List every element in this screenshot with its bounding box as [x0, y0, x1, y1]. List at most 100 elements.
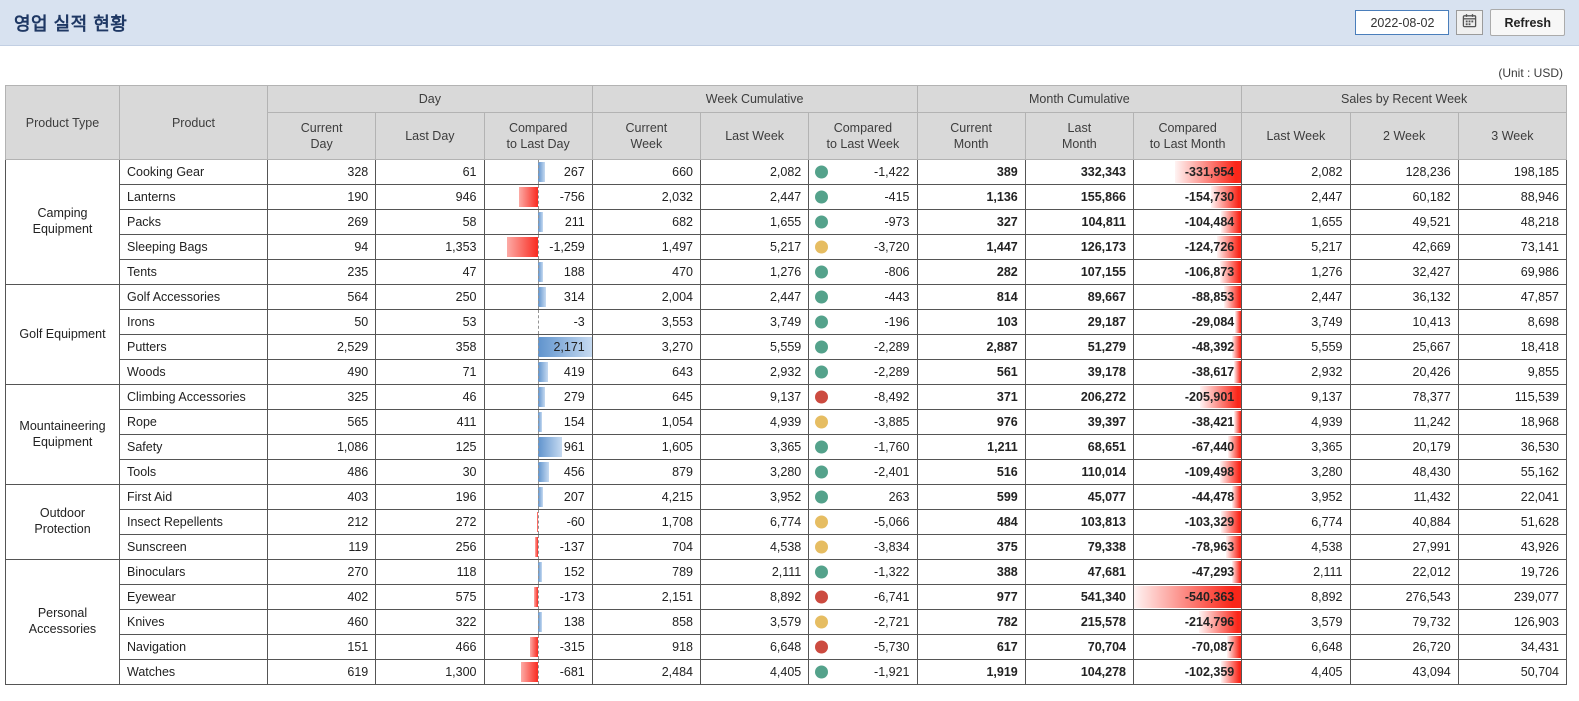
sales-table: Product Type Product Day Week Cumulative…	[5, 85, 1567, 685]
current-month-cell: 976	[917, 410, 1025, 435]
last-month-cell: 104,278	[1025, 660, 1133, 685]
product-cell: Sunscreen	[120, 535, 268, 560]
trend-dot-teal	[815, 216, 828, 229]
compared-to-last-week-value: -415	[884, 190, 909, 204]
table-row: Outdoor ProtectionFirst Aid4031962074,21…	[6, 485, 1567, 510]
last-week-cell: 3,749	[701, 310, 809, 335]
recent-2-week-cell: 11,432	[1350, 485, 1458, 510]
compared-to-last-week-value: -5,730	[874, 640, 909, 654]
compared-to-last-week-value: -3,885	[874, 415, 909, 429]
last-day-cell: 125	[376, 435, 484, 460]
table-row: Putters2,5293582,1713,2705,559-2,2892,88…	[6, 335, 1567, 360]
compared-to-last-day-cell: 207	[484, 485, 592, 510]
last-day-cell: 30	[376, 460, 484, 485]
last-month-cell: 47,681	[1025, 560, 1133, 585]
trend-dot-teal	[815, 341, 828, 354]
compared-to-last-week-cell: -2,721	[809, 610, 917, 635]
current-day-cell: 490	[268, 360, 376, 385]
last-week-cell: 2,447	[701, 185, 809, 210]
current-week-cell: 1,605	[592, 435, 700, 460]
col-header-compared-last-week: Compared to Last Week	[809, 113, 917, 160]
unit-label: (Unit : USD)	[0, 46, 1579, 85]
product-cell: Cooking Gear	[120, 160, 268, 185]
last-week-cell: 4,538	[701, 535, 809, 560]
last-day-cell: 61	[376, 160, 484, 185]
current-month-cell: 977	[917, 585, 1025, 610]
compared-to-last-week-value: -8,492	[874, 390, 909, 404]
recent-last-week-cell: 6,648	[1242, 635, 1350, 660]
recent-3-week-cell: 47,857	[1458, 285, 1566, 310]
recent-2-week-cell: 11,242	[1350, 410, 1458, 435]
last-day-cell: 358	[376, 335, 484, 360]
table-row: Safety1,0861259611,6053,365-1,7601,21168…	[6, 435, 1567, 460]
current-day-cell: 619	[268, 660, 376, 685]
last-month-cell: 45,077	[1025, 485, 1133, 510]
day-compare-bar-negative	[534, 587, 538, 607]
recent-last-week-cell: 3,749	[1242, 310, 1350, 335]
last-day-cell: 58	[376, 210, 484, 235]
recent-3-week-cell: 198,185	[1458, 160, 1566, 185]
day-compare-bar-positive	[538, 412, 542, 432]
last-week-cell: 3,365	[701, 435, 809, 460]
current-week-cell: 2,032	[592, 185, 700, 210]
table-row: Sunscreen119256-1377044,538-3,83437579,3…	[6, 535, 1567, 560]
current-day-cell: 564	[268, 285, 376, 310]
compared-to-last-week-cell: -196	[809, 310, 917, 335]
col-header-last-day: Last Day	[376, 113, 484, 160]
last-month-cell: 68,651	[1025, 435, 1133, 460]
compared-to-last-month-value: -205,901	[1185, 390, 1234, 404]
current-month-cell: 282	[917, 260, 1025, 285]
compared-to-last-day-cell: -681	[484, 660, 592, 685]
refresh-button[interactable]: Refresh	[1490, 9, 1565, 36]
last-week-cell: 6,774	[701, 510, 809, 535]
compared-to-last-week-value: -1,322	[874, 565, 909, 579]
table-body: Camping EquipmentCooking Gear32861267660…	[6, 160, 1567, 685]
current-month-cell: 375	[917, 535, 1025, 560]
current-week-cell: 2,484	[592, 660, 700, 685]
last-day-cell: 272	[376, 510, 484, 535]
recent-2-week-cell: 40,884	[1350, 510, 1458, 535]
date-input[interactable]: 2022-08-02	[1355, 10, 1449, 35]
day-compare-bar-positive	[538, 612, 541, 632]
compared-to-last-month-value: -88,853	[1192, 290, 1234, 304]
recent-2-week-cell: 128,236	[1350, 160, 1458, 185]
current-month-cell: 599	[917, 485, 1025, 510]
table-row: Camping EquipmentCooking Gear32861267660…	[6, 160, 1567, 185]
compared-to-last-day-cell: -60	[484, 510, 592, 535]
product-cell: Putters	[120, 335, 268, 360]
day-compare-bar-negative	[507, 237, 538, 257]
table-row: Insect Repellents212272-601,7086,774-5,0…	[6, 510, 1567, 535]
last-week-cell: 3,280	[701, 460, 809, 485]
day-compare-bar-negative	[519, 187, 538, 207]
calendar-button[interactable]	[1456, 10, 1483, 35]
current-month-cell: 389	[917, 160, 1025, 185]
top-bar-controls: 2022-08-02 Refresh	[1355, 9, 1565, 36]
last-week-cell: 2,932	[701, 360, 809, 385]
last-day-cell: 46	[376, 385, 484, 410]
recent-2-week-cell: 26,720	[1350, 635, 1458, 660]
trend-dot-yellow	[815, 516, 828, 529]
current-month-cell: 327	[917, 210, 1025, 235]
compared-to-last-day-cell: 267	[484, 160, 592, 185]
compared-to-last-week-value: -443	[884, 290, 909, 304]
compared-to-last-day-cell: 211	[484, 210, 592, 235]
day-compare-bar-positive	[538, 437, 562, 457]
col-header-product: Product	[120, 86, 268, 160]
current-month-cell: 388	[917, 560, 1025, 585]
col-group-month-cumulative: Month Cumulative	[917, 86, 1242, 113]
page-title: 영업 실적 현황	[14, 10, 127, 36]
compared-to-last-day-value: -137	[560, 540, 585, 554]
recent-last-week-cell: 5,217	[1242, 235, 1350, 260]
compared-to-last-day-value: 207	[564, 490, 585, 504]
compared-to-last-day-cell: 188	[484, 260, 592, 285]
trend-dot-red	[815, 641, 828, 654]
current-day-cell: 2,529	[268, 335, 376, 360]
col-group-day: Day	[268, 86, 593, 113]
day-compare-bar-negative	[521, 662, 538, 682]
product-cell: Irons	[120, 310, 268, 335]
col-header-compared-last-day: Compared to Last Day	[484, 113, 592, 160]
compared-to-last-day-cell: -137	[484, 535, 592, 560]
col-header-recent-3-week: 3 Week	[1458, 113, 1566, 160]
compared-to-last-week-value: 263	[889, 490, 910, 504]
recent-2-week-cell: 79,732	[1350, 610, 1458, 635]
